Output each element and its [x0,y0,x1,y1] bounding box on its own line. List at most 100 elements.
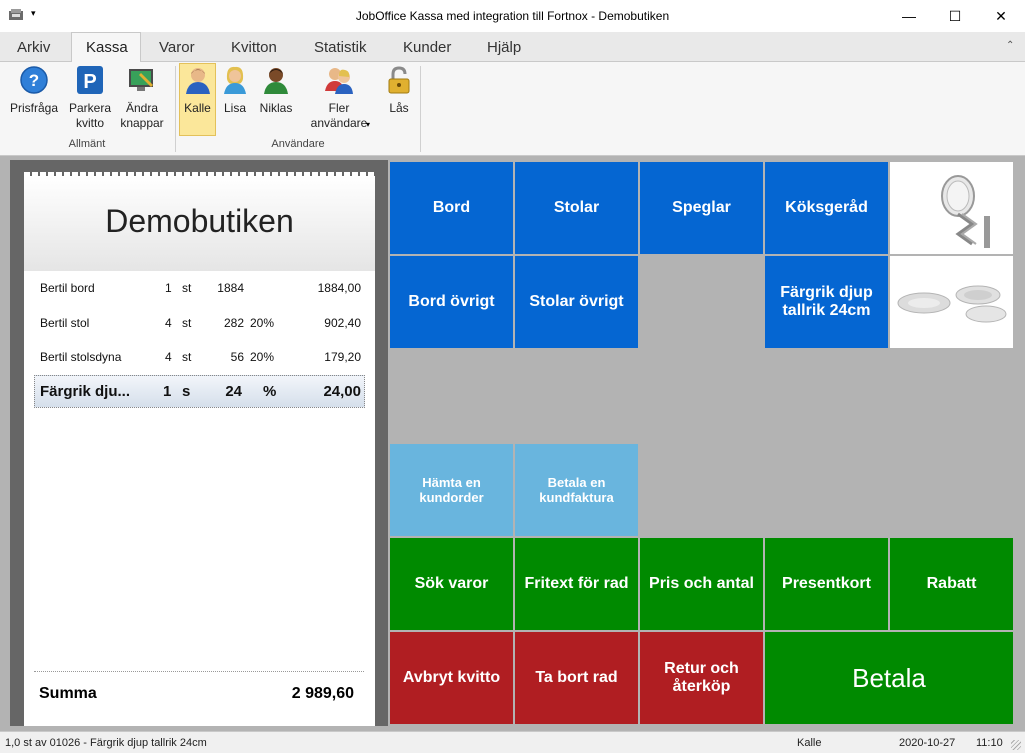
receipt-row[interactable]: Bertil bord 1 st 1884 1884,00 [40,281,362,301]
help-icon: ? [19,65,49,95]
row-price: 282 [223,316,244,330]
group-separator [420,66,421,152]
row-qty: 4 [165,316,172,330]
group-label-anvandare: Användare [271,138,325,150]
user-icon [261,65,291,95]
row-name: Bertil bord [40,281,95,295]
tile-bord-ovrigt[interactable]: Bord övrigt [390,256,513,348]
parking-icon: P [75,65,105,95]
row-unit: st [182,350,192,364]
tile-koksgerad[interactable]: Köksgeråd [765,162,888,254]
row-discount: 20% [250,316,275,330]
row-price: 56 [230,350,244,364]
row-qty: 1 [165,281,172,295]
betala-button[interactable]: Betala [765,632,1013,724]
row-unit: st [182,281,192,295]
tile-fargrik-djup-tallrik[interactable]: Färgrik djup tallrik 24cm [765,256,888,348]
fler-anvandare-label: Fler användare [310,101,368,130]
pris-och-antal-button[interactable]: Pris och antal [640,538,763,630]
user-kalle-label: Kalle [184,101,211,115]
status-bar: 1,0 st av 01026 - Färgrik djup tallrik 2… [0,731,1025,753]
store-name: Demobutiken [105,203,294,239]
sum-label: Summa [39,685,97,702]
fritext-for-rad-button[interactable]: Fritext för rad [515,538,638,630]
user-lisa-label: Lisa [223,101,246,115]
sum-value: 2 989,60 [291,685,354,702]
row-name: Bertil stol [40,316,90,330]
user-kalle-button[interactable]: Kalle [179,65,216,116]
receipt-row[interactable]: Bertil stolsdyna 4 st 56 20% 179,20 [40,350,362,370]
rabatt-button[interactable]: Rabatt [890,538,1013,630]
user-lisa-button[interactable]: Lisa [218,65,252,116]
parkera-kvitto-label: Parkera kvitto [68,101,112,130]
maximize-icon: ☐ [948,7,962,24]
tile-hamta-kundorder[interactable]: Hämta en kundorder [390,444,513,536]
receipt-row[interactable]: Bertil stol 4 st 282 20% 902,40 [40,316,362,336]
las-label: Lås [389,101,409,115]
presentkort-button[interactable]: Presentkort [765,538,888,630]
mirror-product-image [940,175,990,248]
edit-buttons-icon [127,65,157,95]
status-date: 2020-10-27 [899,737,956,749]
user-niklas-button[interactable]: Niklas [257,65,295,116]
minimize-button[interactable]: — [886,0,932,32]
ta-bort-rad-button[interactable]: Ta bort rad [515,632,638,724]
receipt-row-selected[interactable]: Färgrik dju... 1 s 24 % 24,00 [40,383,362,403]
fler-anvandare-button[interactable]: Fler användare [303,65,375,131]
status-user: Kalle [797,737,822,749]
svg-text:P: P [83,71,96,93]
andra-knappar-button[interactable]: Ändra knappar [116,65,168,131]
las-button[interactable]: Lås [382,65,416,116]
user-icon [183,65,213,95]
tile-stolar[interactable]: Stolar [515,162,638,254]
tab-kvitton[interactable]: Kvitton [231,39,277,56]
row-qty: 4 [165,350,172,364]
resize-grip-icon[interactable] [1011,740,1021,750]
collapse-ribbon-icon[interactable]: ⌃ [1006,40,1014,51]
prisfraga-button[interactable]: ? Prisfråga [8,65,60,116]
svg-text:?: ? [29,71,39,90]
andra-knappar-label: Ändra knappar [120,101,164,130]
row-name: Färgrik dju... [40,383,131,400]
tile-mirror-product[interactable] [890,162,1013,254]
row-price: 24 [225,383,242,400]
row-name: Bertil stolsdyna [40,350,122,364]
row-total: 1884,00 [317,281,361,295]
close-button[interactable]: ✕ [978,0,1024,32]
row-qty: 1 [163,383,172,400]
tile-bord[interactable]: Bord [390,162,513,254]
sok-varor-button[interactable]: Sök varor [390,538,513,630]
close-icon: ✕ [995,7,1007,24]
row-discount: % [263,383,277,400]
row-unit: s [182,383,191,400]
plate-product-image [897,285,1006,323]
row-total: 24,00 [323,383,361,400]
row-price: 1884 [217,281,244,295]
window-title: JobOffice Kassa med integration till For… [355,9,670,23]
user-niklas-label: Niklas [259,101,293,115]
tab-varor[interactable]: Varor [159,39,195,56]
tab-statistik[interactable]: Statistik [314,39,367,56]
tab-kassa[interactable]: Kassa [86,39,128,56]
fler-anvandare-dropdown-icon: ▾ [366,120,371,129]
tile-betala-kundfaktura[interactable]: Betala en kundfaktura [515,444,638,536]
minimize-icon: — [902,8,916,24]
status-time: 11:10 [976,737,1003,749]
row-discount: 20% [250,350,275,364]
row-total: 902,40 [324,316,361,330]
tile-stolar-ovrigt[interactable]: Stolar övrigt [515,256,638,348]
tile-plate-product[interactable] [890,256,1013,348]
row-total: 179,20 [324,350,361,364]
avbryt-kvitto-button[interactable]: Avbryt kvitto [390,632,513,724]
maximize-button[interactable]: ☐ [932,0,978,32]
tile-speglar[interactable]: Speglar [640,162,763,254]
sum-divider [34,671,364,672]
parkera-kvitto-button[interactable]: P Parkera kvitto [64,65,116,131]
status-item-info: 1,0 st av 01026 - Färgrik djup tallrik 2… [5,737,207,749]
tab-arkiv[interactable]: Arkiv [17,39,50,56]
retur-och-aterkop-button[interactable]: Retur och återköp [640,632,763,724]
tab-kunder[interactable]: Kunder [403,39,451,56]
row-unit: st [182,316,192,330]
lock-icon [384,65,414,95]
tab-hjalp[interactable]: Hjälp [487,39,521,56]
